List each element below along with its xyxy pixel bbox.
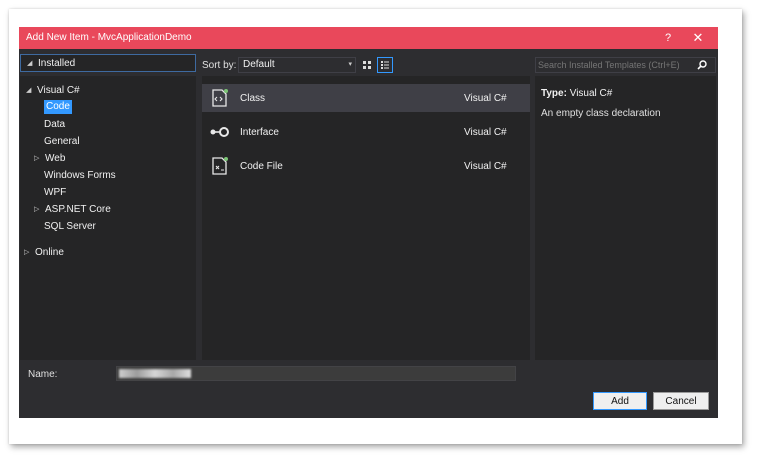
name-label: Name: <box>28 369 58 380</box>
collapsed-arrow-icon: ▷ <box>34 206 40 213</box>
tree-item-windows-forms[interactable]: Windows Forms <box>44 169 116 183</box>
tree-item-label: Data <box>44 119 66 130</box>
template-row-code-file[interactable]: Code File Visual C# <box>202 152 530 180</box>
sort-by-label: Sort by: <box>202 59 237 71</box>
grid-view-button[interactable] <box>359 57 375 73</box>
tree-item-general[interactable]: General <box>44 135 80 149</box>
help-button[interactable]: ? <box>659 29 677 47</box>
sort-by-value: Default <box>243 59 275 70</box>
list-view-icon <box>381 61 389 69</box>
tree-item-label: Windows Forms <box>44 170 116 181</box>
details-panel: Type: Visual C# An empty class declarati… <box>535 76 716 360</box>
expand-arrow-icon: ◢ <box>26 87 32 94</box>
template-type: Type: Visual C# <box>541 88 612 99</box>
tree-item-label: SQL Server <box>44 221 96 232</box>
tree-item-label: Visual C# <box>37 85 80 96</box>
tree-item-label: Online <box>35 247 64 258</box>
template-name: Class <box>240 92 266 104</box>
add-button[interactable]: Add <box>593 392 647 410</box>
name-input[interactable] <box>116 366 516 381</box>
type-value: Visual C# <box>569 88 613 99</box>
cancel-button[interactable]: Cancel <box>653 392 709 410</box>
dialog-title: Add New Item - MvcApplicationDemo <box>26 32 192 43</box>
tree-item-visual-csharp[interactable]: ◢ Visual C# <box>26 84 80 98</box>
search-templates-input[interactable] <box>535 57 716 73</box>
tree-item-data[interactable]: Data <box>44 118 65 132</box>
collapsed-arrow-icon: ▷ <box>34 155 40 162</box>
template-list: Class Visual C# Interface Visual C# Code… <box>202 76 530 360</box>
add-new-item-dialog: Add New Item - MvcApplicationDemo ? ✕ ◢ … <box>19 27 718 418</box>
template-name: Code File <box>240 160 283 172</box>
interface-icon <box>209 121 231 143</box>
tree-item-label: Web <box>45 153 66 164</box>
list-view-button[interactable] <box>377 57 393 73</box>
category-tree: ◢ Visual C# Code Data General ▷ Web Wind… <box>20 76 196 360</box>
tree-item-online[interactable]: ▷ Online <box>24 246 64 260</box>
tree-item-web[interactable]: ▷ Web <box>34 152 65 166</box>
class-file-icon <box>209 87 231 109</box>
tree-item-label: ASP.NET Core <box>45 204 111 215</box>
type-label: Type: <box>541 88 567 99</box>
template-name: Interface <box>240 126 279 138</box>
search-icon[interactable] <box>694 57 710 73</box>
tree-item-label: General <box>44 136 80 147</box>
template-row-interface[interactable]: Interface Visual C# <box>202 118 530 146</box>
tree-item-sql-server[interactable]: SQL Server <box>44 220 96 234</box>
sort-by-select[interactable]: Default ▾ <box>238 57 356 73</box>
close-button[interactable]: ✕ <box>689 29 707 47</box>
installed-header[interactable]: ◢ Installed <box>20 54 196 72</box>
redacted-name-value <box>119 369 191 378</box>
code-file-icon <box>209 155 231 177</box>
template-description: An empty class declaration <box>541 108 661 119</box>
tree-item-label: Code <box>44 100 72 114</box>
template-row-class[interactable]: Class Visual C# <box>202 84 530 112</box>
tree-item-wpf[interactable]: WPF <box>44 186 66 200</box>
tree-item-code[interactable]: Code <box>44 100 72 114</box>
expand-arrow-icon: ◢ <box>27 60 33 67</box>
template-language: Visual C# <box>464 160 507 172</box>
template-language: Visual C# <box>464 126 507 138</box>
sort-bar: Sort by: Default ▾ <box>202 57 393 73</box>
chevron-down-icon: ▾ <box>348 61 352 68</box>
tree-item-aspnet-core[interactable]: ▷ ASP.NET Core <box>34 203 111 217</box>
collapsed-arrow-icon: ▷ <box>24 249 30 256</box>
tree-item-label: WPF <box>44 187 67 198</box>
grid-view-icon <box>363 61 371 69</box>
dialog-titlebar: Add New Item - MvcApplicationDemo ? ✕ <box>19 27 718 49</box>
installed-label: Installed <box>38 57 76 69</box>
template-language: Visual C# <box>464 92 507 104</box>
